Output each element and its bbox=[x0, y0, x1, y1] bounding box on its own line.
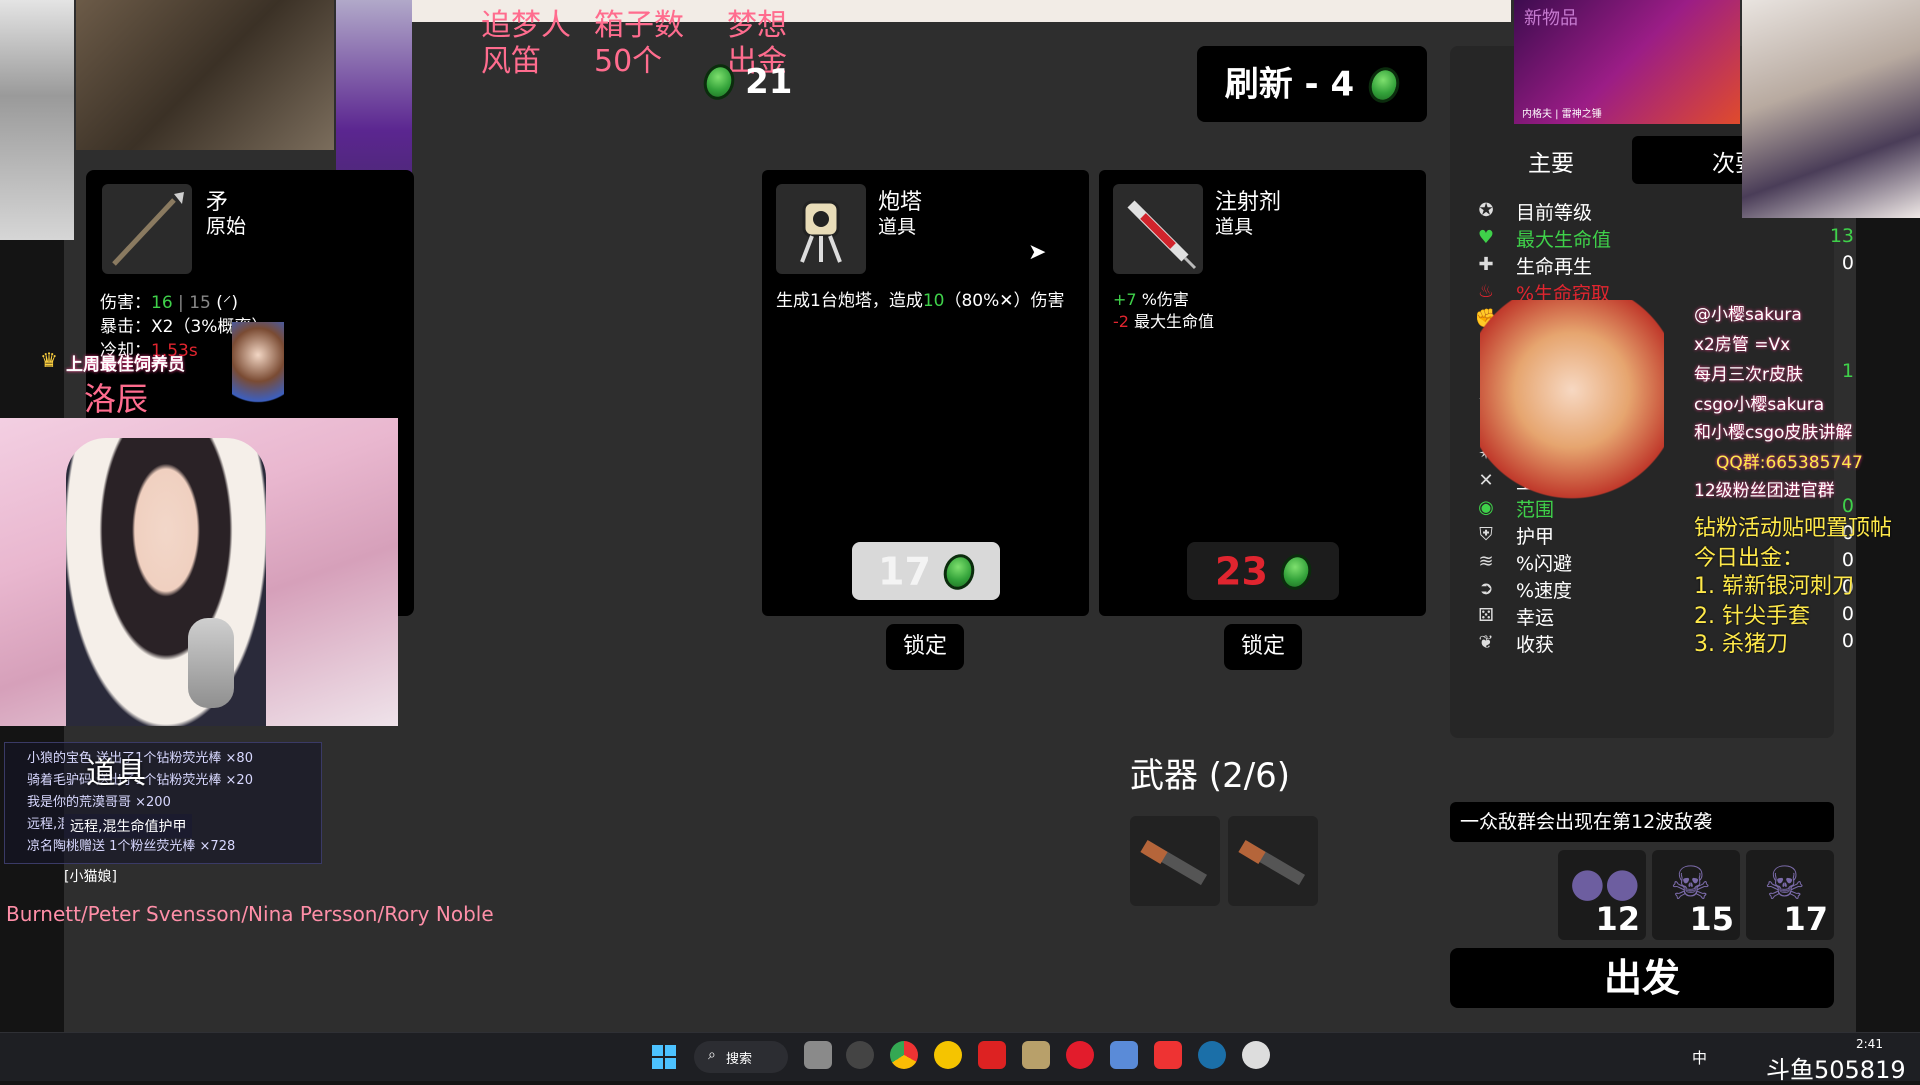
stat-row: ❦ 收获 0 bbox=[1474, 630, 1854, 656]
go-button[interactable]: 出发 bbox=[1450, 948, 1834, 1008]
popup-text: 远程,混生命值护甲 bbox=[64, 814, 193, 838]
reroll-label: 刷新 - 4 bbox=[1224, 64, 1355, 105]
daily-gold-title: 钻粉活动贴吧置顶帖 bbox=[1694, 516, 1893, 541]
regen-icon: ✚ bbox=[1478, 254, 1494, 275]
new-item-image: 新物品 内格夫 | 雷神之锤 bbox=[1514, 0, 1740, 124]
dodge-icon: ≋ bbox=[1478, 551, 1494, 572]
overlay-name-4: 风笛 bbox=[481, 44, 541, 79]
stat-label: 目前等级 bbox=[1516, 202, 1593, 224]
weapon-slot-shotgun[interactable] bbox=[1130, 816, 1220, 906]
search-box[interactable]: ⌕ 搜索 bbox=[694, 1041, 788, 1073]
microphone bbox=[188, 618, 234, 708]
app-icon[interactable] bbox=[934, 1041, 962, 1069]
wave-notice: 一众敌群会出现在第12波敌袭 bbox=[1450, 802, 1834, 842]
stat-label: 幸运 bbox=[1516, 607, 1555, 629]
app3-icon[interactable] bbox=[1022, 1041, 1050, 1069]
streamer-figure bbox=[66, 438, 266, 726]
item-effect-1: +7 %伤害 bbox=[1113, 290, 1189, 309]
armor-icon: ⛨ bbox=[1479, 524, 1493, 545]
stat-label: %速度 bbox=[1516, 580, 1573, 602]
buy-button[interactable]: 17 bbox=[852, 542, 1000, 600]
shop-item-syringe[interactable]: 注射剂 道具 +7 %伤害 -2 最大生命值 23 bbox=[1099, 170, 1426, 616]
turret-icon bbox=[776, 184, 866, 274]
damage-line: 伤害：16 | 15 (⸍) bbox=[100, 293, 238, 313]
cursor-icon: ➤ bbox=[1028, 240, 1047, 265]
item-type: 道具 bbox=[878, 216, 917, 238]
tab-primary[interactable]: 主要 bbox=[1528, 144, 1574, 178]
daily-gold-item-1: 1. 崭新银河刺刀 bbox=[1694, 574, 1854, 599]
stat-label: %闪避 bbox=[1516, 553, 1573, 575]
price-value: 17 bbox=[878, 549, 931, 594]
taskbar: ⌕ 搜索 中 2:41 bbox=[0, 1032, 1920, 1081]
stat-label: 收获 bbox=[1516, 634, 1555, 656]
price-value: 23 bbox=[1215, 549, 1268, 594]
crown-icon: ♛ bbox=[40, 348, 58, 372]
netease-icon[interactable] bbox=[1066, 1041, 1094, 1069]
item-effect-2: -2 最大生命值 bbox=[1113, 312, 1215, 331]
wave-badge-3: ☠ 17 bbox=[1746, 850, 1834, 940]
chat-tag: [小猫娘] bbox=[64, 869, 117, 885]
app2-icon[interactable] bbox=[978, 1041, 1006, 1069]
spear-icon bbox=[102, 184, 192, 274]
price-coin-icon bbox=[939, 549, 979, 594]
social-overlay: @小樱sakura x2房管 =Vx 每月三次r皮肤 csgo小樱sakura … bbox=[1694, 305, 1863, 501]
range-icon: ◉ bbox=[1478, 497, 1494, 518]
music-credit: Burnett/Peter Svensson/Nina Persson/Rory… bbox=[6, 902, 494, 926]
wave-badge-2: ☠ 15 bbox=[1652, 850, 1740, 940]
popup-label: 道具 bbox=[86, 756, 146, 791]
search-icon: ⌕ bbox=[708, 1047, 716, 1063]
item-description: 生成1台炮塔，造成10（80%✕）伤害 bbox=[776, 291, 1065, 311]
task-view-icon[interactable] bbox=[804, 1041, 832, 1069]
wps-icon[interactable] bbox=[1154, 1041, 1182, 1069]
chrome-icon[interactable] bbox=[890, 1041, 918, 1069]
stat-label: 生命再生 bbox=[1516, 256, 1593, 278]
price-coin-icon bbox=[1276, 549, 1316, 594]
weapon-slot-shotgun-2[interactable] bbox=[1228, 816, 1318, 906]
stat-row: ✚ 生命再生 0 bbox=[1474, 252, 1854, 278]
lock-button[interactable]: 锁定 bbox=[886, 624, 964, 670]
syringe-icon bbox=[1113, 184, 1203, 274]
stat-row: ♥ 最大生命值 13 bbox=[1474, 225, 1854, 251]
karambit-image bbox=[1742, 0, 1920, 218]
luck-icon: ⚄ bbox=[1478, 605, 1494, 626]
steam-icon[interactable] bbox=[1198, 1041, 1226, 1069]
level-icon: ✪ bbox=[1478, 200, 1494, 221]
webcam-feed bbox=[0, 418, 398, 726]
material-coin-icon bbox=[699, 60, 739, 104]
folder-icon[interactable] bbox=[1110, 1041, 1138, 1069]
top-overlay-strip bbox=[411, 0, 1511, 22]
shop-item-turret[interactable]: 炮塔 道具 ➤ 生成1台炮塔，造成10（80%✕）伤害 17 bbox=[762, 170, 1089, 616]
buy-button[interactable]: 23 bbox=[1187, 542, 1339, 600]
reroll-coin-icon bbox=[1364, 62, 1405, 107]
reroll-button[interactable]: 刷新 - 4 bbox=[1197, 46, 1427, 122]
overlay-name-5: 50个 bbox=[594, 44, 663, 79]
lock-button[interactable]: 锁定 bbox=[1224, 624, 1302, 670]
stat-label: 最大生命值 bbox=[1516, 229, 1612, 251]
stat-value: 0 bbox=[1841, 603, 1854, 625]
chat-panel: 小狼的宝色 送出了1个钻粉荧光棒 ×80 骑着毛驴码 送出了1个钻粉荧光棒 ×2… bbox=[4, 742, 322, 864]
obs-icon[interactable] bbox=[846, 1041, 874, 1069]
anime-girl-image bbox=[1480, 300, 1664, 500]
stat-value: 13 bbox=[1829, 225, 1854, 247]
tray-lang[interactable]: 中 bbox=[1692, 1047, 1707, 1068]
stat-value: 0 bbox=[1841, 252, 1854, 274]
start-icon[interactable] bbox=[652, 1045, 676, 1069]
chibi-girl-image bbox=[232, 322, 284, 416]
wave-badge-1: ●● 12 bbox=[1558, 850, 1646, 940]
materials-value: 21 bbox=[745, 62, 793, 102]
heart-icon: ♥ bbox=[1477, 227, 1495, 248]
item-type: 道具 bbox=[1215, 216, 1254, 238]
clock[interactable]: 2:41 bbox=[1856, 1037, 1883, 1051]
weapons-title: 武器 (2/6) bbox=[1130, 756, 1291, 796]
stat-value: 0 bbox=[1841, 630, 1854, 652]
speed-icon: ➲ bbox=[1478, 578, 1494, 599]
harvest-icon: ❦ bbox=[1478, 632, 1494, 653]
knife-image bbox=[0, 0, 74, 240]
game-icon[interactable] bbox=[1242, 1041, 1270, 1069]
stat-label: 护甲 bbox=[1516, 526, 1555, 548]
daily-gold-item-3: 3. 杀猪刀 bbox=[1694, 632, 1788, 657]
gloves-image bbox=[76, 0, 334, 150]
materials-counter: 21 bbox=[699, 60, 793, 106]
weapon-tier: 原始 bbox=[206, 214, 246, 238]
